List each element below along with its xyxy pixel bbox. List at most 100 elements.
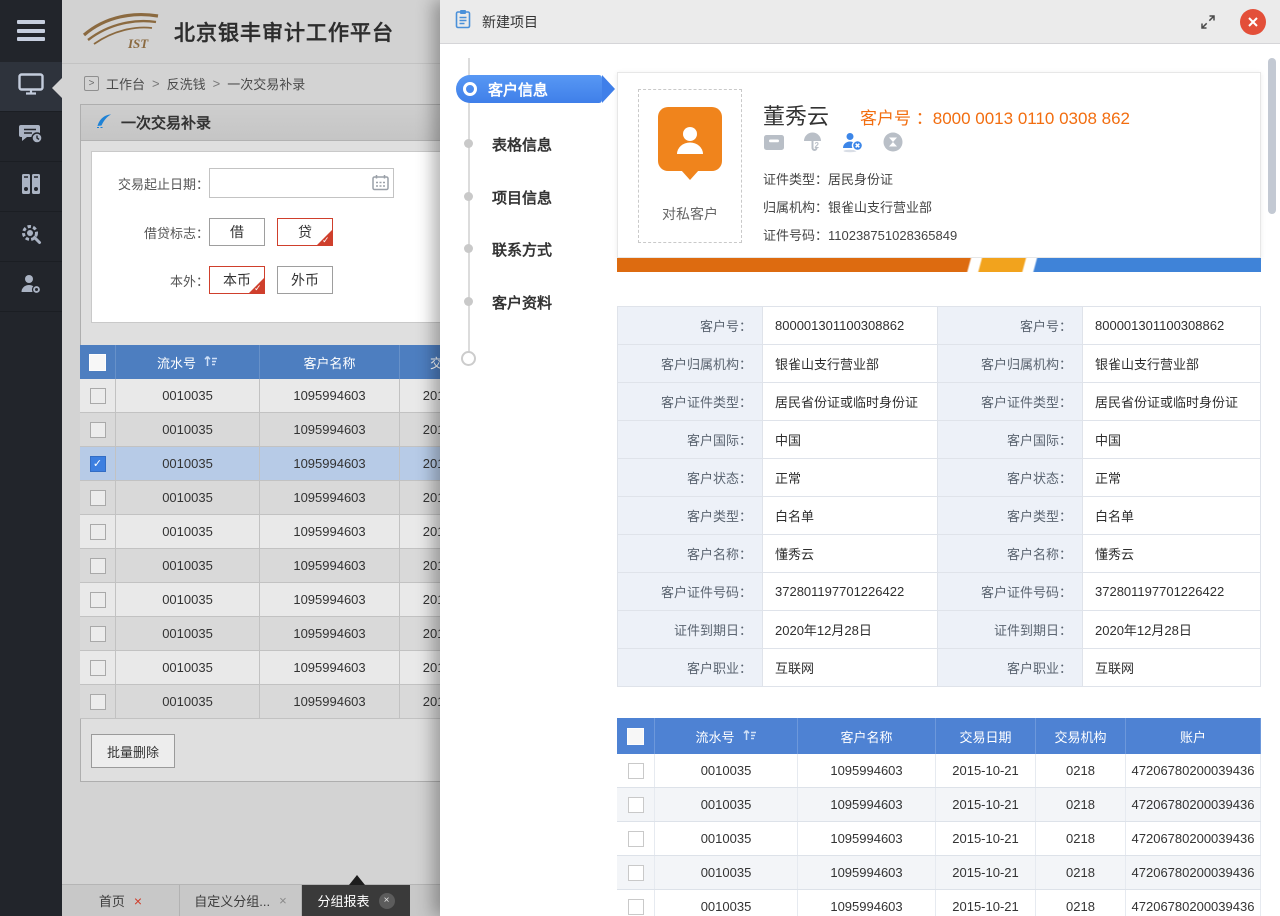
checkbox-cell	[80, 549, 116, 582]
breadcrumb-item[interactable]: 反洗钱	[167, 74, 206, 93]
step-table-info[interactable]: 表格信息	[492, 134, 552, 155]
monitor-icon	[18, 73, 44, 100]
breadcrumb-item-current: 一次交易补录	[227, 74, 305, 93]
row-checkbox[interactable]	[90, 524, 106, 540]
status-circle-icon[interactable]	[882, 131, 904, 153]
customer-type-label: 对私客户	[639, 204, 741, 224]
toggle-credit[interactable]: 贷✓	[277, 218, 333, 246]
detail-value: 互联网	[763, 649, 938, 686]
row-checkbox[interactable]	[628, 763, 644, 779]
row-checkbox[interactable]	[90, 558, 106, 574]
detail-label: 客户职业：	[618, 649, 763, 686]
person-x-icon[interactable]	[841, 131, 865, 153]
row-checkbox[interactable]	[90, 592, 106, 608]
close-icon[interactable]: ×	[379, 893, 395, 909]
detail-value: 372801197701226422	[1083, 573, 1260, 610]
detail-value: 白名单	[763, 497, 938, 534]
sidebar-item-settings[interactable]	[0, 212, 62, 262]
cell-customer-name: 1095994603	[260, 685, 400, 718]
sidebar-item-users[interactable]	[0, 262, 62, 312]
cell-org: 0218	[1036, 856, 1126, 889]
checkbox-cell	[80, 413, 116, 446]
select-all-checkbox[interactable]	[89, 354, 106, 371]
close-icon[interactable]: ×	[134, 893, 142, 909]
row-checkbox[interactable]	[90, 694, 106, 710]
checkbox-cell	[80, 685, 116, 718]
cell-customer-name: 1095994603	[260, 549, 400, 582]
date-range-label: 交易起止日期：	[92, 174, 209, 193]
expand-icon[interactable]	[1200, 14, 1216, 30]
close-button[interactable]	[1240, 9, 1266, 35]
row-checkbox[interactable]	[628, 865, 644, 881]
batch-delete-button[interactable]: 批量删除	[91, 734, 175, 768]
table-row[interactable]: 001003510959946032015-10-210218472067802…	[617, 822, 1261, 856]
sort-icon[interactable]	[742, 729, 757, 744]
scrollbar-thumb[interactable]	[1268, 58, 1276, 214]
row-checkbox[interactable]	[628, 831, 644, 847]
toggle-debit[interactable]: 借✓	[209, 218, 265, 246]
detail-value: 懂秀云	[1083, 535, 1260, 572]
detail-value: 懂秀云	[763, 535, 938, 572]
detail-row: 客户证件类型：居民省份证或临时身份证客户证件类型：居民省份证或临时身份证	[618, 383, 1260, 421]
selected-corner-check: ✓	[316, 229, 333, 246]
date-range-field	[209, 168, 394, 198]
menu-icon[interactable]	[17, 20, 45, 41]
step-customer-files[interactable]: 客户资料	[492, 292, 552, 313]
cell-serial: 0010035	[116, 515, 260, 548]
table-row[interactable]: 001003510959946032015-10-210218472067802…	[617, 890, 1261, 916]
umbrella-2-icon[interactable]: 2	[802, 131, 824, 153]
breadcrumb-item[interactable]: 工作台	[106, 74, 145, 93]
select-all-checkbox[interactable]	[627, 728, 644, 745]
calendar-icon[interactable]	[372, 174, 389, 196]
cell-serial: 0010035	[116, 413, 260, 446]
org-line: 归属机构：银雀山支行营业部	[763, 197, 932, 216]
tab-home[interactable]: 首页×	[62, 885, 180, 916]
table-body: 001003510959946032015-10-210218472067802…	[617, 754, 1261, 916]
sidebar-item-archive[interactable]	[0, 162, 62, 212]
modal-transactions-table: 流水号 客户名称 交易日期 交易机构 账户 001003510959946032…	[617, 718, 1261, 916]
cell-serial: 0010035	[655, 890, 798, 916]
app-logo: IST	[78, 8, 164, 55]
clipboard-icon	[454, 9, 472, 34]
detail-value: 中国	[1083, 421, 1260, 458]
toggle-foreign-currency[interactable]: 外币✓	[277, 266, 333, 294]
detail-label: 客户证件号码：	[618, 573, 763, 610]
row-checkbox[interactable]	[628, 797, 644, 813]
row-checkbox[interactable]	[90, 388, 106, 404]
step-customer-info[interactable]: 客户信息	[456, 75, 602, 103]
step-project-info[interactable]: 项目信息	[492, 187, 552, 208]
sidebar-item-messages[interactable]	[0, 112, 62, 162]
date-range-input[interactable]	[209, 168, 394, 198]
close-icon[interactable]: ×	[279, 893, 287, 908]
archive-box-icon[interactable]	[763, 132, 785, 152]
cell-org: 0218	[1036, 890, 1126, 916]
cell-customer-name: 1095994603	[798, 788, 936, 821]
detail-value: 800001301100308862	[763, 307, 938, 344]
row-checkbox[interactable]: ✓	[90, 456, 106, 472]
detail-label: 证件到期日：	[618, 611, 763, 648]
cell-serial: 0010035	[655, 856, 798, 889]
row-checkbox[interactable]	[90, 490, 106, 506]
table-row[interactable]: 001003510959946032015-10-210218472067802…	[617, 856, 1261, 890]
tab-group-report[interactable]: 分组报表×	[302, 885, 410, 916]
step-contact-info[interactable]: 联系方式	[492, 239, 552, 260]
steps-line	[468, 58, 470, 360]
table-row[interactable]: 001003510959946032015-10-210218472067802…	[617, 754, 1261, 788]
cell-customer-name: 1095994603	[260, 379, 400, 412]
cell-customer-name: 1095994603	[260, 617, 400, 650]
row-checkbox[interactable]	[90, 422, 106, 438]
row-checkbox[interactable]	[90, 660, 106, 676]
cell-serial: 0010035	[116, 685, 260, 718]
table-row[interactable]: 001003510959946032015-10-210218472067802…	[617, 788, 1261, 822]
row-checkbox[interactable]	[628, 899, 644, 915]
row-checkbox[interactable]	[90, 626, 106, 642]
sort-icon[interactable]	[203, 355, 218, 370]
column-serial: 流水号	[116, 345, 260, 379]
column-customer-name: 客户名称	[260, 345, 400, 379]
customer-number: 客户号 ：8000 0013 0110 0308 862	[860, 104, 1130, 129]
toggle-local-currency[interactable]: 本币✓	[209, 266, 265, 294]
customer-name: 董秀云	[763, 99, 829, 131]
new-project-modal: 新建项目 客户信息 表格信息 项目信息 联系方式 客户资料 对私客户 董秀云 客…	[440, 0, 1280, 916]
tab-custom-group[interactable]: 自定义分组...×	[180, 885, 302, 916]
checkbox-cell	[617, 890, 655, 916]
